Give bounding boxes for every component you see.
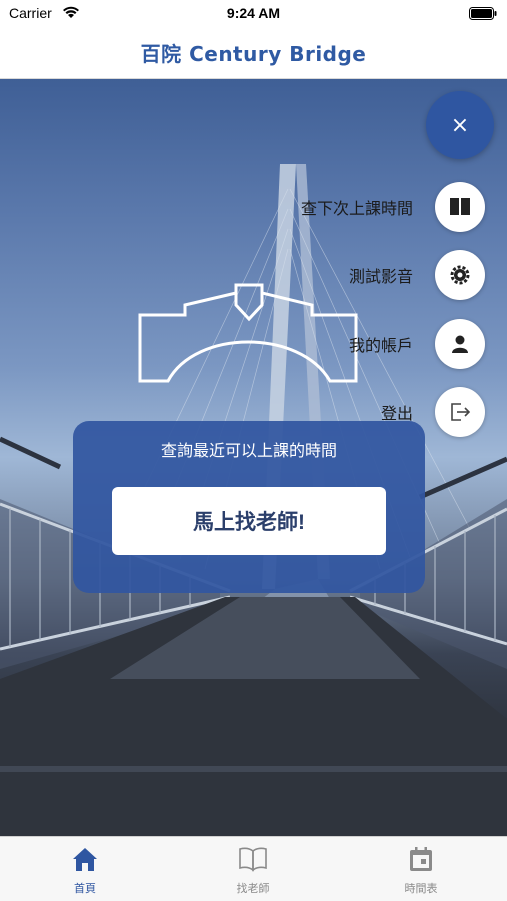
find-teacher-button[interactable]: 馬上找老師! xyxy=(112,487,386,555)
card-subtitle: 查詢最近可以上課的時間 xyxy=(160,441,337,460)
logout-icon-button[interactable] xyxy=(435,387,485,437)
logo-outline xyxy=(138,283,358,383)
clock: 9:24 AM xyxy=(226,5,281,21)
nav-bar: 百院 Century Bridge xyxy=(0,28,507,79)
menu-item-label: 我的帳戶 xyxy=(348,336,413,355)
find-teacher-card: 查詢最近可以上課的時間 馬上找老師! xyxy=(73,421,425,593)
tab-home[interactable]: 首頁 xyxy=(45,845,125,896)
book-icon-button[interactable] xyxy=(435,182,485,232)
menu-item-next-class[interactable]: 查下次上課時間 xyxy=(301,182,485,232)
logout-icon xyxy=(451,403,471,421)
menu-item-account[interactable]: 我的帳戶 xyxy=(349,319,485,369)
app-title: 百院 Century Bridge xyxy=(140,42,367,66)
book-open-icon xyxy=(239,847,267,872)
tab-schedule[interactable]: 時間表 xyxy=(381,845,461,896)
tab-bar: 首頁 找老師 時間表 xyxy=(0,836,507,901)
menu-item-av-test[interactable]: 測試影音 xyxy=(349,250,485,300)
status-bar: Carrier 9:24 AM xyxy=(0,0,507,28)
menu-item-label: 測試影音 xyxy=(348,267,413,286)
close-icon: × xyxy=(450,112,470,138)
tab-label: 首頁 xyxy=(74,882,96,895)
menu-item-label: 查下次上課時間 xyxy=(300,199,413,218)
close-menu-button[interactable]: × xyxy=(426,91,494,159)
tab-label: 時間表 xyxy=(404,882,438,895)
home-icon xyxy=(73,848,97,871)
book-icon xyxy=(450,198,470,215)
person-icon xyxy=(452,335,468,353)
person-icon-button[interactable] xyxy=(435,319,485,369)
battery-icon xyxy=(469,7,497,20)
calendar-icon xyxy=(410,847,432,871)
gear-icon-button[interactable] xyxy=(435,250,485,300)
tab-find-teacher[interactable]: 找老師 xyxy=(213,845,293,896)
gear-icon xyxy=(450,265,470,285)
tab-label: 找老師 xyxy=(236,882,270,895)
